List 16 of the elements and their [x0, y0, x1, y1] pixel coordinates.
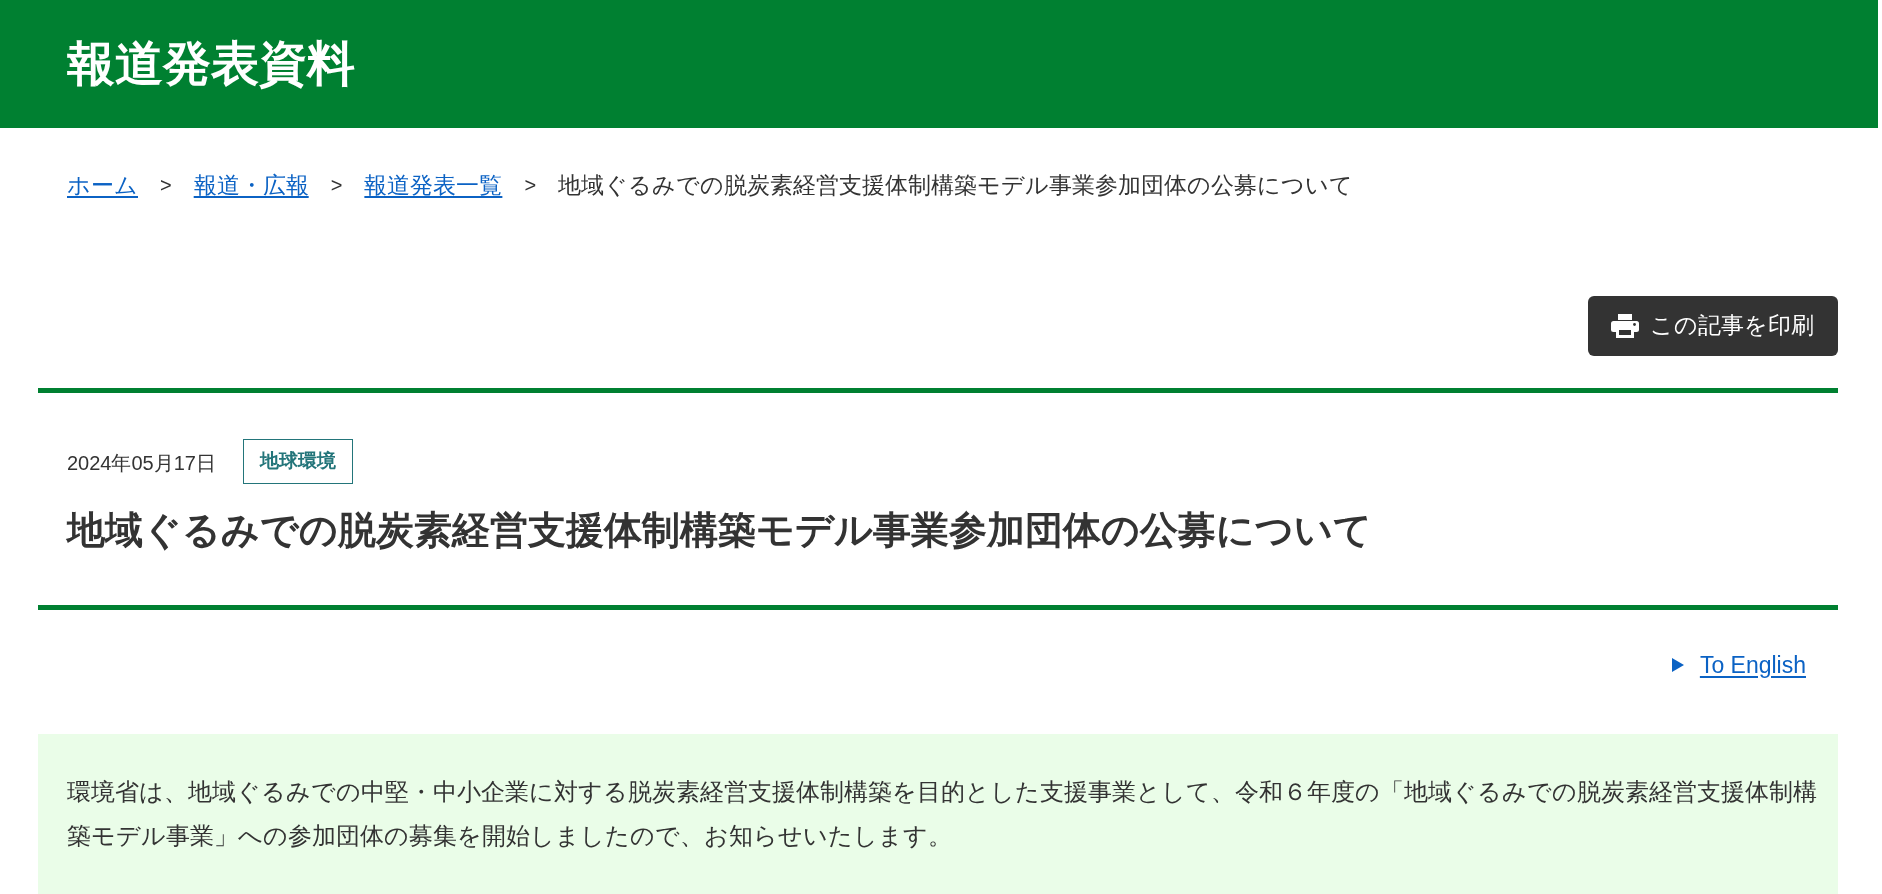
breadcrumb-link[interactable]: 報道・広報 — [193, 168, 309, 203]
breadcrumb-link[interactable]: 報道発表一覧 — [364, 168, 503, 203]
print-button[interactable]: この記事を印刷 — [1588, 295, 1838, 356]
breadcrumb-separator: > — [330, 173, 343, 199]
breadcrumb-current: 地域ぐるみでの脱炭素経営支援体制構築モデル事業参加団体の公募について — [558, 171, 1354, 200]
category-tag: 地球環境 — [243, 438, 353, 484]
breadcrumb-separator: > — [160, 173, 172, 199]
page-title: 報道発表資料 — [67, 36, 355, 93]
printer-icon — [1611, 313, 1639, 338]
english-link[interactable]: To English — [1671, 648, 1806, 683]
breadcrumb-link[interactable]: ホーム — [67, 168, 138, 203]
breadcrumb-separator: > — [524, 173, 537, 199]
article-date: 2024年05月17日 — [67, 450, 216, 476]
summary-text: 環境省は、地域ぐるみでの中堅・中小企業に対する脱炭素経営支援体制構築を目的とした支援事業として、令和６年度の「地域ぐるみでの脱炭素経営支援体制構築モデル事業」への参加団体の募集を開始しましたので、お知らせいたします。 — [67, 777, 1818, 852]
triangle-icon — [1671, 658, 1684, 673]
article-title: 地域ぐるみでの脱炭素経営支援体制構築モデル事業参加団体の公募について — [67, 507, 1373, 553]
